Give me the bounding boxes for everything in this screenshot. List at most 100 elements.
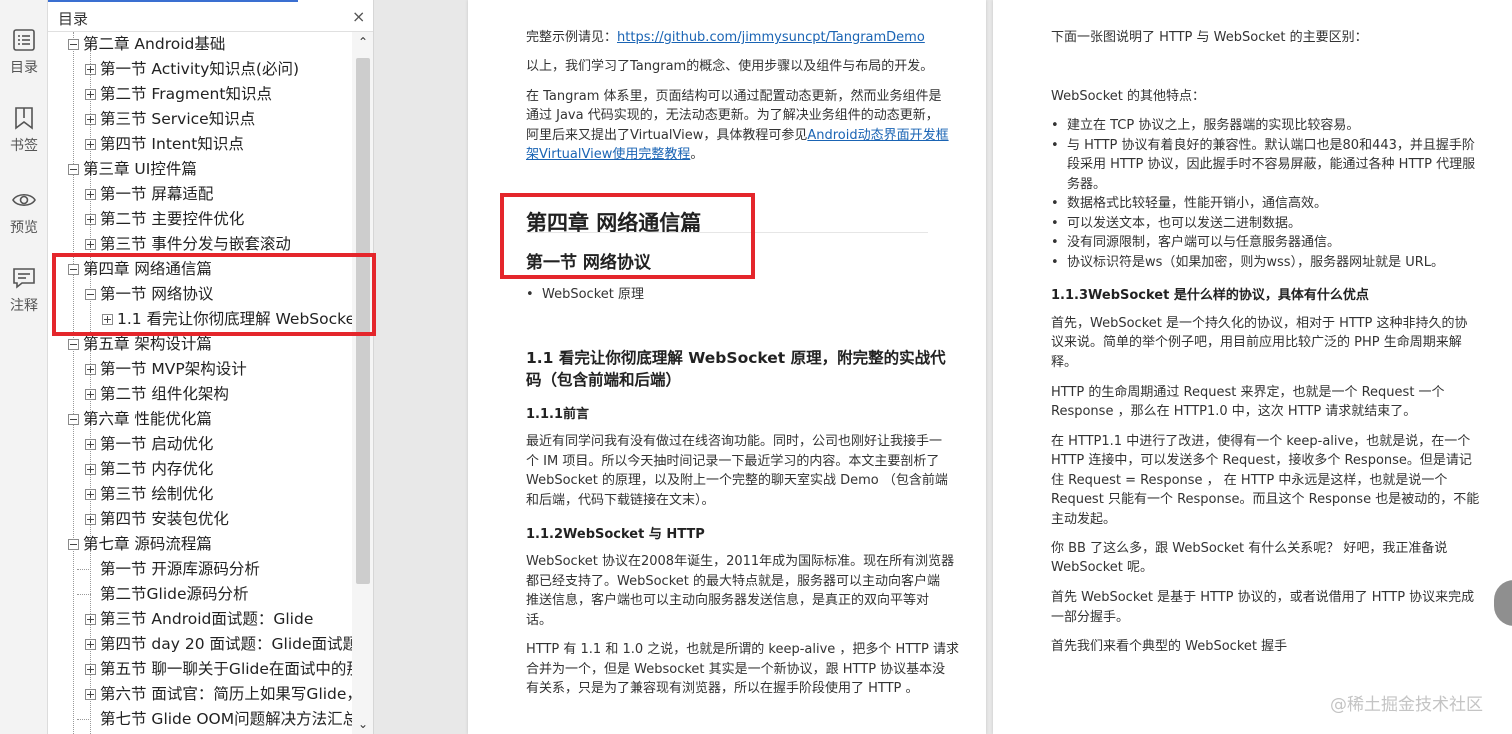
expand-icon[interactable]	[85, 614, 96, 625]
expand-icon[interactable]	[85, 489, 96, 500]
expand-icon[interactable]	[85, 389, 96, 400]
first-line-3: 释。	[1051, 355, 1078, 370]
expand-icon[interactable]	[85, 639, 96, 650]
expand-icon[interactable]	[85, 239, 96, 250]
toc-item-label: 第二节 内存优化	[100, 460, 214, 478]
toc-item[interactable]: 第一节 启动优化	[48, 432, 352, 457]
collapse-icon[interactable]	[85, 289, 96, 300]
toc-item[interactable]: 第七节 Glide OOM问题解决方法汇总	[48, 707, 352, 732]
toc-item[interactable]: 第二节 内存优化	[48, 457, 352, 482]
toc-item-label: 第七节 Glide OOM问题解决方法汇总	[100, 710, 352, 728]
toc-item[interactable]: 第七章 源码流程篇	[48, 532, 352, 557]
feature-bullet: 与 HTTP 协议有着良好的兼容性。默认端口也是80和443，并且握手阶	[1051, 136, 1475, 156]
expand-icon[interactable]	[85, 514, 96, 525]
comment-icon	[13, 268, 35, 289]
toc-item-label: 第一节 网络协议	[100, 285, 214, 303]
toc-item[interactable]: 第四节 day 20 面试题：Glide面试题	[48, 632, 352, 657]
reader-app: 目录 书签 预览 注释 目录 × 第二章 Android基础 第一节 Activ…	[0, 0, 1512, 734]
toc-item-label: 1.1 看完让你彻底理解 WebSocket	[117, 310, 352, 328]
collapse-icon[interactable]	[68, 164, 79, 175]
toc-item[interactable]: 第五节 聊一聊关于Glide在面试中的那	[48, 657, 352, 682]
collapse-icon[interactable]	[68, 264, 79, 275]
toc-item[interactable]: 第一节 屏幕适配	[48, 182, 352, 207]
toc-item-label: 第四节 安装包优化	[100, 510, 229, 528]
toc-item[interactable]: 第二节 主要控件优化	[48, 207, 352, 232]
toc-item-label: 第三节 Android面试题：Glide	[100, 610, 314, 628]
toc-item[interactable]: 第一节 开源库源码分析	[48, 557, 352, 582]
bb-line-1: 你 BB 了这么多，跟 WebSocket 有什么关系呢？ 好吧，我正准备说	[1051, 541, 1448, 556]
toc-item[interactable]: 第四章 网络通信篇	[48, 257, 352, 282]
subsection-heading-line-1: 1.1 看完让你彻底理解 WebSocket 原理，附完整的实战代	[526, 349, 946, 367]
toc-item[interactable]: 第四节 Intent知识点	[48, 132, 352, 157]
tree-connector	[77, 594, 91, 595]
feature-bullet: 协议标识符是ws（如果加密，则为wss），服务器网址就是 URL。	[1051, 253, 1444, 273]
expand-icon[interactable]	[85, 364, 96, 375]
example-prefix: 完整示例请见：	[526, 30, 618, 45]
bullet-websocket: WebSocket 原理	[526, 285, 644, 305]
intro-line-2: 个 IM 项目。所以今天抽时间记录一下最近学习的内容。本文主要剖析了	[526, 454, 940, 469]
annotation-rail-button[interactable]: 注释	[0, 266, 48, 326]
expand-icon[interactable]	[85, 89, 96, 100]
expand-icon[interactable]	[85, 689, 96, 700]
expand-icon[interactable]	[85, 189, 96, 200]
toc-item[interactable]: 第二节Glide源码分析	[48, 582, 352, 607]
toc-item-label: 第一节 Activity知识点(必问)	[100, 60, 299, 78]
toc-tree: 第二章 Android基础第一节 Activity知识点(必问) 第二节 Frag…	[48, 32, 352, 734]
eye-icon	[12, 193, 36, 207]
virtualview-link[interactable]: Android动态界面开发框	[807, 128, 948, 143]
toc-item[interactable]: 第一节 MVP架构设计	[48, 357, 352, 382]
expand-icon[interactable]	[85, 64, 96, 75]
bookmark-icon	[15, 107, 33, 130]
example-link[interactable]: https://github.com/jimmysuncpt/TangramDe…	[617, 30, 925, 45]
http11-line-4: Request 只能有一个 Response。而且这个 Response 也是被…	[1051, 492, 1480, 507]
close-icon[interactable]: ×	[352, 7, 365, 26]
toc-item[interactable]: 第五章 架构设计篇	[48, 332, 352, 357]
virtualview-link-cont[interactable]: 架VirtualView使用完整教程	[526, 147, 690, 162]
expand-icon[interactable]	[85, 114, 96, 125]
collapse-icon[interactable]	[68, 414, 79, 425]
collapse-icon[interactable]	[68, 339, 79, 350]
expand-icon[interactable]	[85, 464, 96, 475]
toc-item[interactable]: 第三章 UI控件篇	[48, 157, 352, 182]
toc-item[interactable]: 第三节 Service知识点	[48, 107, 352, 132]
expand-icon[interactable]	[85, 139, 96, 150]
http-line-3: 有关系，只是为了兼容现有浏览器，所以在握手阶段使用了 HTTP 。	[526, 681, 919, 696]
toc-item[interactable]: 第三节 绘制优化	[48, 482, 352, 507]
toc-item[interactable]: 第二节 组件化架构	[48, 382, 352, 407]
tree-connector	[77, 569, 91, 570]
collapse-icon[interactable]	[68, 539, 79, 550]
expand-icon[interactable]	[85, 664, 96, 675]
bookmark-rail-button[interactable]: 书签	[0, 106, 48, 166]
toc-item[interactable]: 第二章 Android基础	[48, 32, 352, 57]
collapse-icon[interactable]	[68, 39, 79, 50]
diff-paragraph: 下面一张图说明了 HTTP 与 WebSocket 的主要区别：	[1051, 30, 1368, 45]
intro-line-3: WebSocket 的原理，以及附上一个完整的聊天室实战 Demo （包含前端	[526, 473, 948, 488]
preview-rail-button[interactable]: 预览	[0, 188, 48, 248]
expand-icon[interactable]	[85, 439, 96, 450]
toc-item[interactable]: 第二节 Fragment知识点	[48, 82, 352, 107]
heading-113: 1.1.3WebSocket 是什么样的协议，具体有什么优点	[1051, 288, 1369, 303]
side-rail: 目录 书签 预览 注释	[0, 0, 48, 734]
scroll-down-icon[interactable]: ⌄	[352, 714, 373, 734]
toc-item[interactable]: 1.1 看完让你彻底理解 WebSocket	[48, 307, 352, 332]
scrollbar-thumb[interactable]	[356, 58, 370, 584]
http-line-2: 合并为一个，但是 Websocket 其实是一个新协议，跟 HTTP 协议基本没	[526, 662, 946, 677]
toc-item[interactable]: 第一节 网络协议	[48, 282, 352, 307]
expand-icon[interactable]	[85, 214, 96, 225]
toc-item[interactable]: 第一节 Activity知识点(必问)	[48, 57, 352, 82]
tangram-line-3-text: 阿里后来又提出了VirtualView，具体教程可参见	[526, 128, 808, 143]
toc-rail-button[interactable]: 目录	[0, 28, 48, 88]
http11-line-3: 住 Request = Response ， 在 HTTP 中永远是这样，也就是…	[1051, 473, 1448, 488]
toc-item[interactable]: 第三节 事件分发与嵌套滚动	[48, 232, 352, 257]
toc-scrollbar[interactable]: ⌃ ⌄	[352, 32, 373, 734]
subsection-heading-line-2: 码（包含前端和后端）	[526, 371, 682, 389]
toc-item[interactable]: 第六章 性能优化篇	[48, 407, 352, 432]
toc-item[interactable]: 第四节 安装包优化	[48, 507, 352, 532]
preview-rail-label: 预览	[10, 220, 38, 236]
toc-item[interactable]: 第三节 Android面试题：Glide	[48, 607, 352, 632]
bb-line-2: WebSocket 呢。	[1051, 560, 1153, 575]
toc-item[interactable]: 第六节 面试官：简历上如果写Glide，	[48, 682, 352, 707]
scroll-up-icon[interactable]: ⌃	[352, 32, 373, 52]
toc-item-label: 第二节 Fragment知识点	[100, 85, 272, 103]
expand-icon[interactable]	[102, 314, 113, 325]
